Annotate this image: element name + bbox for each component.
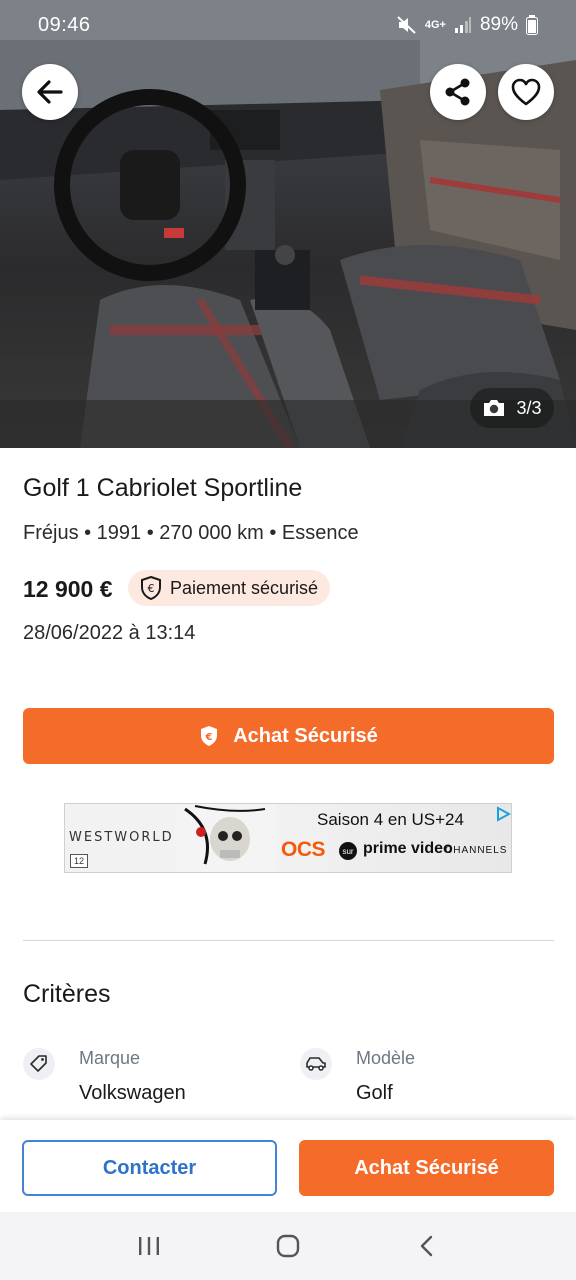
favorite-button[interactable]	[498, 64, 554, 120]
adchoices-icon[interactable]	[495, 806, 511, 822]
listing-photo[interactable]: 09:46 4G+ 89% 3/3	[0, 0, 576, 448]
listing-title: Golf 1 Cabriolet Sportline	[23, 474, 303, 502]
shield-euro-icon: €	[201, 726, 218, 746]
car-interior-image	[0, 0, 576, 448]
heart-icon	[511, 78, 541, 106]
contact-button[interactable]: Contacter	[22, 1140, 277, 1196]
camera-icon	[484, 400, 505, 416]
criteria-label: Marque	[79, 1048, 141, 1068]
ad-channels-label: CHANNELS	[445, 845, 508, 856]
ad-sur-label: sur	[339, 842, 357, 860]
secure-payment-label: Paiement sécurisé	[170, 577, 319, 598]
home-button[interactable]	[258, 1226, 318, 1266]
chevron-left-icon	[420, 1235, 432, 1257]
mute-icon	[397, 16, 416, 34]
secure-payment-badge: € Paiement sécurisé	[128, 570, 331, 606]
listing-price: 12 900 €	[23, 576, 113, 602]
ad-brand: WESTWORLD	[69, 830, 174, 845]
home-icon	[276, 1234, 300, 1258]
recent-apps-icon	[139, 1237, 160, 1255]
svg-text:€: €	[205, 732, 213, 743]
ad-prime-label: prime video	[363, 840, 453, 857]
secure-purchase-label: Achat Sécurisé	[233, 724, 378, 747]
skull-image	[175, 804, 275, 872]
back-arrow-icon	[37, 80, 63, 104]
battery-icon	[526, 15, 538, 35]
system-nav-bar	[0, 1212, 576, 1280]
network-label: 4G+	[424, 19, 446, 31]
recent-apps-button[interactable]	[119, 1226, 179, 1266]
listing-subtitle: Fréjus • 1991 • 270 000 km • Essence	[23, 522, 359, 544]
status-bar: 09:46 4G+ 89%	[0, 0, 576, 50]
battery-percent: 89%	[479, 14, 518, 35]
ad-age-rating: 12	[70, 854, 88, 868]
bottom-action-bar: Contacter Achat Sécurisé	[0, 1120, 576, 1212]
ad-ocs-logo: OCS	[281, 838, 326, 861]
shield-euro-icon: €	[141, 576, 161, 600]
listing-date: 28/06/2022 à 13:14	[23, 622, 196, 644]
car-icon	[300, 1048, 332, 1080]
system-back-button[interactable]	[397, 1226, 457, 1266]
signal-icon	[454, 17, 471, 33]
criteria-label: Modèle	[356, 1048, 416, 1068]
share-icon	[445, 78, 470, 106]
criteria-title: Critères	[23, 980, 111, 1008]
photo-counter[interactable]: 3/3	[470, 388, 554, 428]
section-divider	[23, 940, 554, 941]
ad-banner[interactable]: WESTWORLD 12 Saison 4 en US+24 OCS sur p…	[64, 803, 512, 873]
back-button[interactable]	[22, 64, 78, 120]
share-button[interactable]	[430, 64, 486, 120]
criteria-value: Golf	[356, 1082, 393, 1104]
svg-text:€: €	[148, 582, 155, 595]
photo-counter-label: 3/3	[516, 397, 542, 418]
secure-purchase-bottom-button[interactable]: Achat Sécurisé	[299, 1140, 554, 1196]
secure-purchase-button[interactable]: € Achat Sécurisé	[23, 708, 554, 764]
tag-icon	[23, 1048, 55, 1080]
status-time: 09:46	[38, 13, 91, 36]
criteria-value: Volkswagen	[79, 1082, 186, 1104]
ad-season-text: Saison 4 en US+24	[317, 810, 464, 829]
